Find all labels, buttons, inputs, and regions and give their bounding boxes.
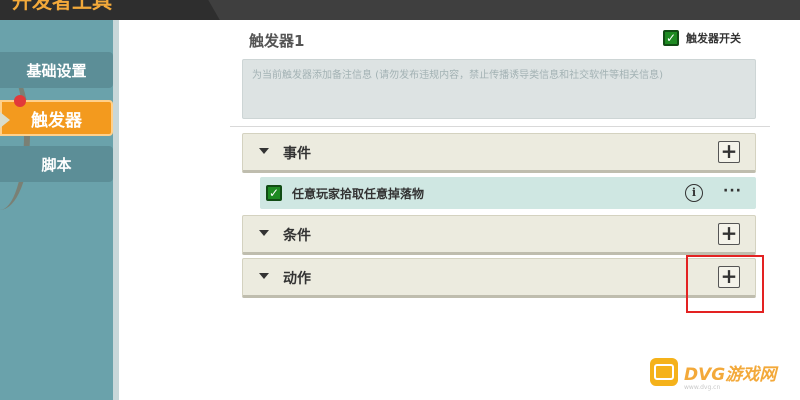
divider — [230, 126, 770, 127]
action-section-label: 动作 — [283, 271, 311, 287]
title-bar: 开发者工具 — [0, 0, 800, 20]
watermark-text: DVG游戏网 — [684, 364, 777, 385]
condition-section-label: 条件 — [283, 228, 311, 244]
collapse-arrow-icon[interactable] — [259, 230, 269, 236]
collapse-arrow-icon[interactable] — [259, 273, 269, 279]
sidebar-item-script[interactable]: 脚本 — [0, 146, 113, 182]
event-row[interactable]: ✓ 任意玩家拾取任意掉落物 i ··· — [260, 177, 756, 209]
trigger-switch-label: 触发器开关 — [686, 32, 741, 45]
highlight-box — [686, 255, 764, 313]
gamepad-logo-icon — [650, 358, 678, 386]
condition-section[interactable]: 条件 + — [242, 215, 756, 255]
watermark: DVG游戏网 www.dvg.cn — [650, 358, 777, 391]
sidebar-divider — [113, 20, 119, 400]
collapse-arrow-icon[interactable] — [259, 148, 269, 154]
checkmark-icon[interactable]: ✓ — [266, 185, 282, 201]
trigger-name: 触发器1 — [249, 32, 305, 50]
add-condition-button[interactable]: + — [718, 223, 740, 245]
trigger-switch[interactable]: ✓ 触发器开关 — [663, 30, 741, 46]
watermark-subtext: www.dvg.cn — [684, 384, 721, 391]
info-icon[interactable]: i — [685, 184, 703, 202]
sidebar: 基础设置 触发器 脚本 — [0, 20, 117, 400]
checkmark-icon[interactable]: ✓ — [663, 30, 679, 46]
sidebar-item-basic-settings[interactable]: 基础设置 — [0, 52, 113, 88]
window-title: 开发者工具 — [0, 0, 190, 20]
add-event-button[interactable]: + — [718, 141, 740, 163]
event-section[interactable]: 事件 + — [242, 133, 756, 173]
selected-pointer-icon — [0, 112, 10, 128]
notification-dot — [14, 95, 26, 107]
event-label: 任意玩家拾取任意掉落物 — [292, 187, 425, 201]
note-input[interactable]: 为当前触发器添加备注信息 (请勿发布违规内容，禁止传播诱导类信息和社交软件等相关… — [242, 59, 756, 119]
action-section[interactable]: 动作 + — [242, 258, 756, 298]
more-options-icon[interactable]: ··· — [723, 183, 742, 199]
event-section-label: 事件 — [283, 146, 311, 162]
